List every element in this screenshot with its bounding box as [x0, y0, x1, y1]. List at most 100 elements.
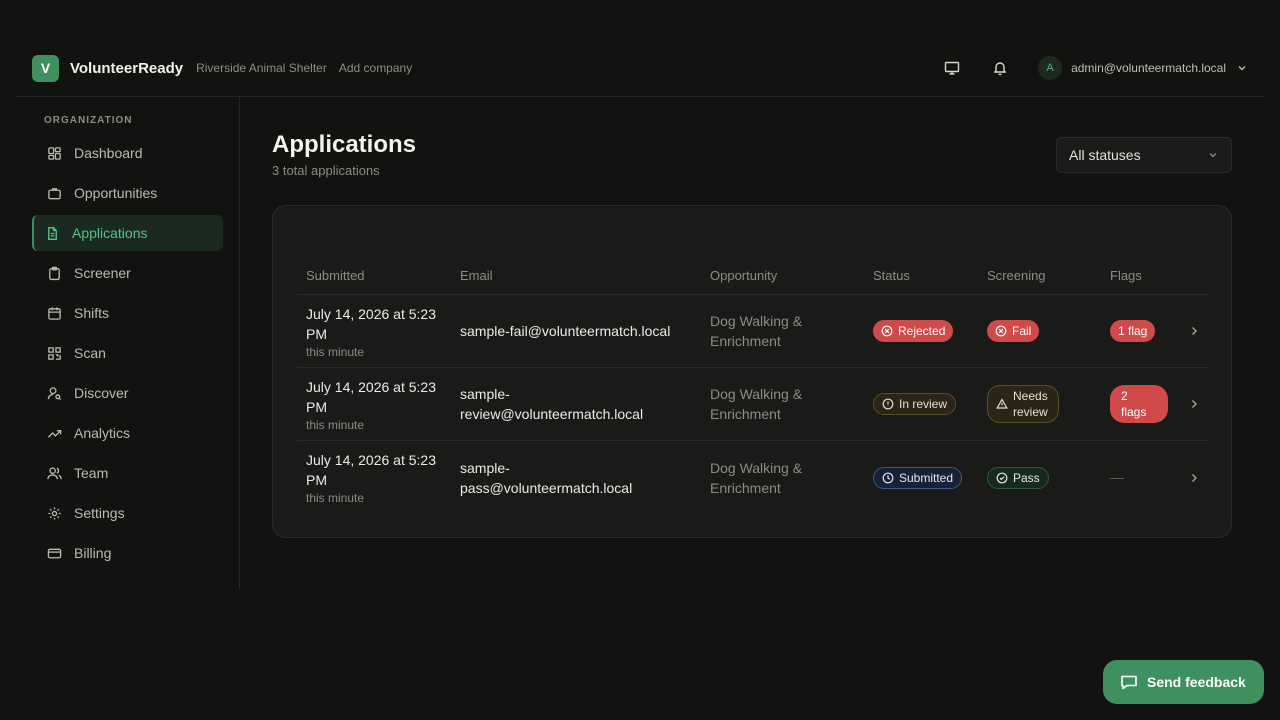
column-header-status[interactable]: Status	[864, 268, 978, 283]
sidebar-item-opportunities[interactable]: Opportunities	[32, 175, 223, 211]
screening-badge: Fail	[987, 320, 1040, 342]
status-badge: Rejected	[873, 320, 954, 342]
sidebar-item-dashboard[interactable]: Dashboard	[32, 135, 223, 171]
column-header-screening[interactable]: Screening	[978, 268, 1101, 283]
monitor-icon[interactable]	[942, 58, 962, 78]
date-line: July 14, 2026 at 5:23	[306, 378, 436, 395]
user-email: admin@volunteermatch.local	[1071, 61, 1226, 75]
send-feedback-button[interactable]: Send feedback	[1103, 660, 1264, 704]
add-company-link[interactable]: Add company	[339, 61, 412, 75]
date-line: PM	[306, 325, 327, 342]
email-cell: sample- pass@volunteermatch.local	[451, 458, 701, 498]
status-badge: In review	[873, 393, 957, 415]
qr-code-icon	[46, 345, 62, 361]
sidebar-nav: Dashboard Opportunities Applications Scr…	[32, 135, 223, 571]
flags-cell: 1 flag	[1101, 320, 1179, 342]
dashboard-icon	[46, 145, 62, 161]
flags-label: 2 flags	[1121, 388, 1146, 420]
opportunity-name: Dog Walking & Enrichment	[710, 311, 864, 351]
opportunity-line: Dog Walking &	[710, 459, 803, 476]
bell-icon[interactable]	[990, 58, 1010, 78]
screening-cell: Needs review	[978, 385, 1101, 423]
submitted-relative: this minute	[306, 344, 365, 359]
user-search-icon	[46, 385, 62, 401]
sidebar-item-screener[interactable]: Screener	[32, 255, 223, 291]
opportunity-name: Dog Walking & Enrichment	[710, 458, 864, 498]
sidebar-item-label: Discover	[74, 385, 129, 401]
email-line: review@volunteermatch.local	[460, 406, 644, 422]
sidebar-item-shifts[interactable]: Shifts	[32, 295, 223, 331]
app-logo[interactable]: V	[32, 54, 59, 82]
app-name[interactable]: VolunteerReady	[70, 60, 183, 77]
status-label: In review	[899, 397, 948, 411]
sidebar-item-scan[interactable]: Scan	[32, 335, 223, 371]
status-cell: Submitted	[864, 466, 978, 489]
clock-alert-icon	[882, 398, 894, 410]
sidebar-item-analytics[interactable]: Analytics	[32, 415, 223, 451]
status-filter-select[interactable]: All statuses	[1056, 137, 1232, 173]
check-circle-icon	[996, 472, 1008, 484]
sidebar-item-team[interactable]: Team	[32, 455, 223, 491]
org-switcher[interactable]: Riverside Animal Shelter	[196, 61, 327, 75]
chevron-right-icon[interactable]	[1179, 325, 1209, 337]
flags-cell: —	[1101, 469, 1179, 487]
status-cell: In review	[864, 393, 978, 415]
opportunity-line: Enrichment	[710, 333, 781, 349]
status-cell: Rejected	[864, 320, 978, 342]
sidebar-item-label: Analytics	[74, 425, 131, 441]
status-badge: Submitted	[873, 466, 963, 489]
flags-cell: 2 flags	[1101, 385, 1179, 423]
sidebar-item-label: Screener	[74, 265, 131, 281]
sidebar-item-discover[interactable]: Discover	[32, 375, 223, 411]
sidebar-item-settings[interactable]: Settings	[32, 495, 223, 531]
table-row[interactable]: July 14, 2026 at 5:23 PM this minute sam…	[297, 295, 1209, 368]
screening-label: Pass	[1013, 470, 1040, 485]
file-icon	[44, 225, 60, 241]
screening-cell: Pass	[978, 466, 1101, 489]
table-row[interactable]: July 14, 2026 at 5:23 PM this minute sam…	[297, 368, 1209, 441]
screening-label: Fail	[1012, 324, 1032, 338]
column-header-email[interactable]: Email	[451, 268, 701, 283]
chevron-down-icon	[1236, 62, 1248, 74]
opportunity-cell: Dog Walking & Enrichment	[701, 311, 864, 351]
column-header-opportunity[interactable]: Opportunity	[701, 268, 864, 283]
clipboard-icon	[46, 265, 62, 281]
status-filter-value: All statuses	[1069, 147, 1141, 163]
flags-line: 2	[1121, 389, 1128, 403]
submitted-relative: this minute	[306, 491, 365, 505]
sidebar-item-label: Settings	[74, 505, 125, 521]
sidebar-item-applications[interactable]: Applications	[32, 215, 223, 251]
screening-badge: Pass	[987, 466, 1049, 489]
credit-card-icon	[46, 545, 62, 561]
table-row[interactable]: July 14, 2026 at 5:23 PM this minute sam…	[297, 441, 1209, 514]
header-actions: A admin@volunteermatch.local	[914, 56, 1248, 80]
calendar-icon	[46, 305, 62, 321]
flags-line: flags	[1121, 405, 1147, 419]
sidebar-item-billing[interactable]: Billing	[32, 535, 223, 571]
status-label: Rejected	[898, 324, 946, 338]
applications-card: Submitted Email Opportunity Status Scree…	[272, 205, 1232, 538]
chevron-right-icon[interactable]	[1179, 472, 1209, 484]
column-header-submitted[interactable]: Submitted	[297, 268, 451, 283]
column-header-flags[interactable]: Flags	[1101, 268, 1179, 283]
avatar: A	[1038, 56, 1063, 80]
date-line: July 14, 2026 at 5:23	[306, 452, 436, 468]
status-label: Submitted	[899, 470, 954, 485]
chat-bubble-icon	[1119, 672, 1139, 692]
users-icon	[46, 465, 62, 481]
briefcase-icon	[46, 185, 62, 201]
sidebar-item-label: Applications	[72, 225, 148, 241]
send-feedback-label: Send feedback	[1147, 674, 1246, 690]
opportunity-line: Enrichment	[710, 479, 781, 496]
user-menu[interactable]: A admin@volunteermatch.local	[1038, 56, 1248, 80]
opportunity-line: Dog Walking &	[710, 313, 803, 329]
sidebar-item-label: Opportunities	[74, 185, 158, 201]
submitted-date: July 14, 2026 at 5:23 PM	[306, 377, 451, 417]
email-line: sample-	[460, 459, 510, 476]
opportunity-cell: Dog Walking & Enrichment	[701, 458, 864, 498]
chevron-right-icon[interactable]	[1179, 398, 1209, 410]
chevron-down-icon	[1207, 149, 1219, 161]
sidebar-item-label: Billing	[74, 545, 112, 561]
submitted-date: July 14, 2026 at 5:23 PM	[306, 304, 451, 344]
flags-badge: 2 flags	[1110, 385, 1168, 423]
